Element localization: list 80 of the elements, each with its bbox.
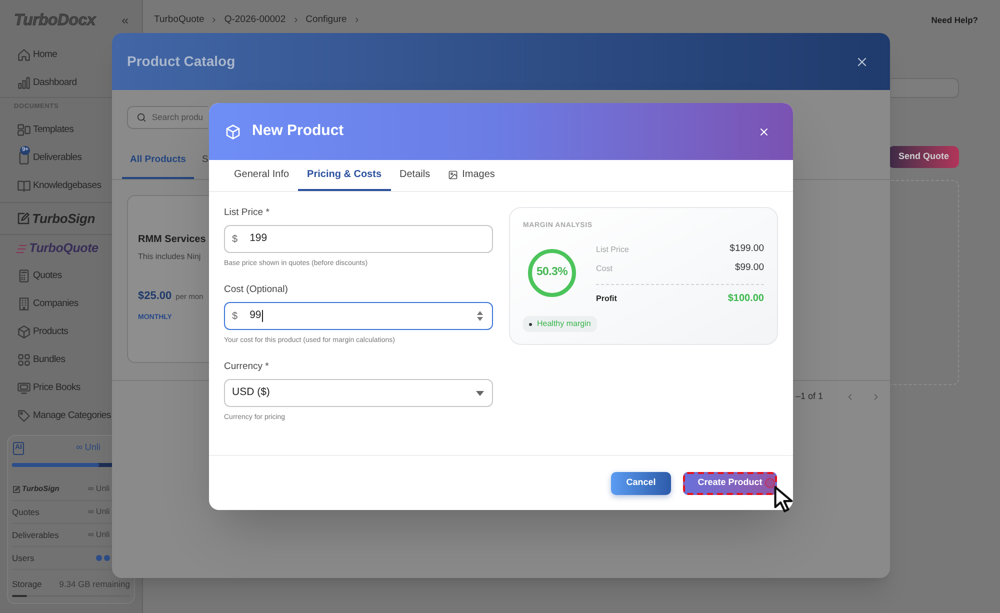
click-ripple-icon bbox=[765, 478, 775, 488]
product-price: $25.00 bbox=[138, 289, 172, 303]
usage-label: Quotes bbox=[12, 506, 40, 518]
breadcrumb-link[interactable]: TurboQuote bbox=[154, 12, 204, 28]
page-range: –1 of 1 bbox=[795, 390, 823, 404]
tab[interactable]: General Info bbox=[225, 160, 298, 191]
margin-percent: 50.3% bbox=[536, 265, 568, 280]
sidebar-item[interactable]: Bundles bbox=[17, 346, 66, 374]
tab[interactable]: Images bbox=[439, 160, 504, 191]
collapse-icon[interactable] bbox=[120, 16, 130, 26]
image-icon bbox=[448, 170, 458, 180]
tab[interactable]: All Products bbox=[122, 143, 194, 179]
dialog-title: New Product bbox=[252, 121, 344, 142]
usage-value: ∞ Unli bbox=[88, 483, 110, 495]
breadcrumb-link[interactable]: Configure bbox=[306, 12, 347, 28]
monitor-icon bbox=[17, 381, 31, 395]
usage-label: Storage bbox=[12, 580, 42, 588]
close-icon[interactable] bbox=[758, 126, 770, 138]
stepper-icon[interactable] bbox=[476, 310, 484, 322]
grid-icon bbox=[17, 353, 31, 367]
tab[interactable]: S bbox=[194, 143, 208, 179]
cube-icon bbox=[225, 124, 241, 140]
search-field[interactable]: Search produ bbox=[127, 106, 208, 129]
sidebar-item[interactable]: Quotes bbox=[17, 262, 62, 290]
caret-down-icon bbox=[476, 390, 484, 396]
logo: TurboDocx bbox=[14, 10, 96, 30]
input-field[interactable] bbox=[891, 78, 959, 98]
pen-square-icon bbox=[16, 211, 31, 226]
cube-icon bbox=[17, 325, 31, 339]
cancel-button[interactable]: Cancel bbox=[611, 472, 671, 494]
sidebar-item[interactable]: Companies bbox=[17, 290, 78, 318]
tag-icon bbox=[17, 409, 31, 423]
tab[interactable]: Pricing & Costs bbox=[298, 160, 391, 191]
layout-icon bbox=[17, 123, 31, 137]
stripes-icon bbox=[15, 242, 28, 254]
usage-label: Deliverables bbox=[12, 528, 59, 542]
building-icon bbox=[17, 297, 31, 311]
summary-label: List Price bbox=[596, 244, 629, 256]
summary-value: $199.00 bbox=[730, 242, 764, 256]
sidebar-item[interactable]: Products bbox=[17, 318, 68, 346]
status-badge: Healthy margin bbox=[523, 316, 597, 332]
calculator-icon bbox=[17, 269, 31, 283]
pen-square-icon bbox=[12, 484, 21, 494]
amount-field[interactable]: $ 199 bbox=[224, 225, 493, 253]
storage-value: 9.34 GB remaining bbox=[59, 580, 130, 588]
document-icon bbox=[17, 151, 31, 165]
usage-label: Users bbox=[12, 552, 34, 564]
usage-value: ∞ Unli bbox=[88, 529, 110, 541]
summary-label: Profit bbox=[596, 292, 617, 304]
home-icon bbox=[17, 48, 31, 62]
sidebar-item[interactable]: Dashboard bbox=[17, 69, 77, 97]
field-label: List Price * bbox=[224, 207, 270, 219]
breadcrumb-link[interactable]: Q-2026-00002 bbox=[224, 12, 286, 28]
search-icon bbox=[136, 112, 147, 123]
book-icon bbox=[17, 179, 31, 193]
create-product-button[interactable]: Create Product bbox=[683, 472, 777, 494]
summary-label: Cost bbox=[596, 262, 612, 274]
sidebar-item[interactable]: Knowledgebases bbox=[17, 172, 102, 200]
field-label: Cost (Optional) bbox=[224, 284, 288, 296]
amount-field[interactable]: $ 99 bbox=[224, 302, 493, 330]
brand-logo: TurboQuote bbox=[29, 240, 98, 258]
sidebar-item[interactable]: Templates bbox=[17, 116, 74, 144]
dropdown-field[interactable]: USD ($) bbox=[224, 379, 493, 407]
sidebar-item[interactable]: Manage Categories bbox=[17, 402, 111, 430]
bar-chart-icon bbox=[17, 76, 31, 90]
help-link[interactable]: Need Help? bbox=[931, 14, 978, 26]
summary-value: $100.00 bbox=[728, 292, 764, 306]
summary-value: $99.00 bbox=[734, 261, 764, 276]
sidebar-item[interactable]: Home bbox=[17, 41, 58, 69]
dialog-title: Product Catalog bbox=[127, 52, 236, 71]
tab[interactable]: Details bbox=[390, 160, 440, 191]
text-cursor-icon bbox=[262, 310, 264, 322]
sidebar-item[interactable]: Price Books bbox=[17, 374, 80, 402]
send-quote-button[interactable]: Send Quote bbox=[888, 146, 959, 168]
brand-logo: TurboSign bbox=[32, 210, 95, 228]
product-description: This includes Ninj bbox=[138, 252, 201, 262]
field-label: Currency * bbox=[224, 361, 269, 373]
usage-limit: ∞ Unli bbox=[76, 441, 100, 454]
product-name: RMM Services bbox=[138, 233, 206, 247]
usage-value: ∞ Unli bbox=[88, 506, 110, 518]
